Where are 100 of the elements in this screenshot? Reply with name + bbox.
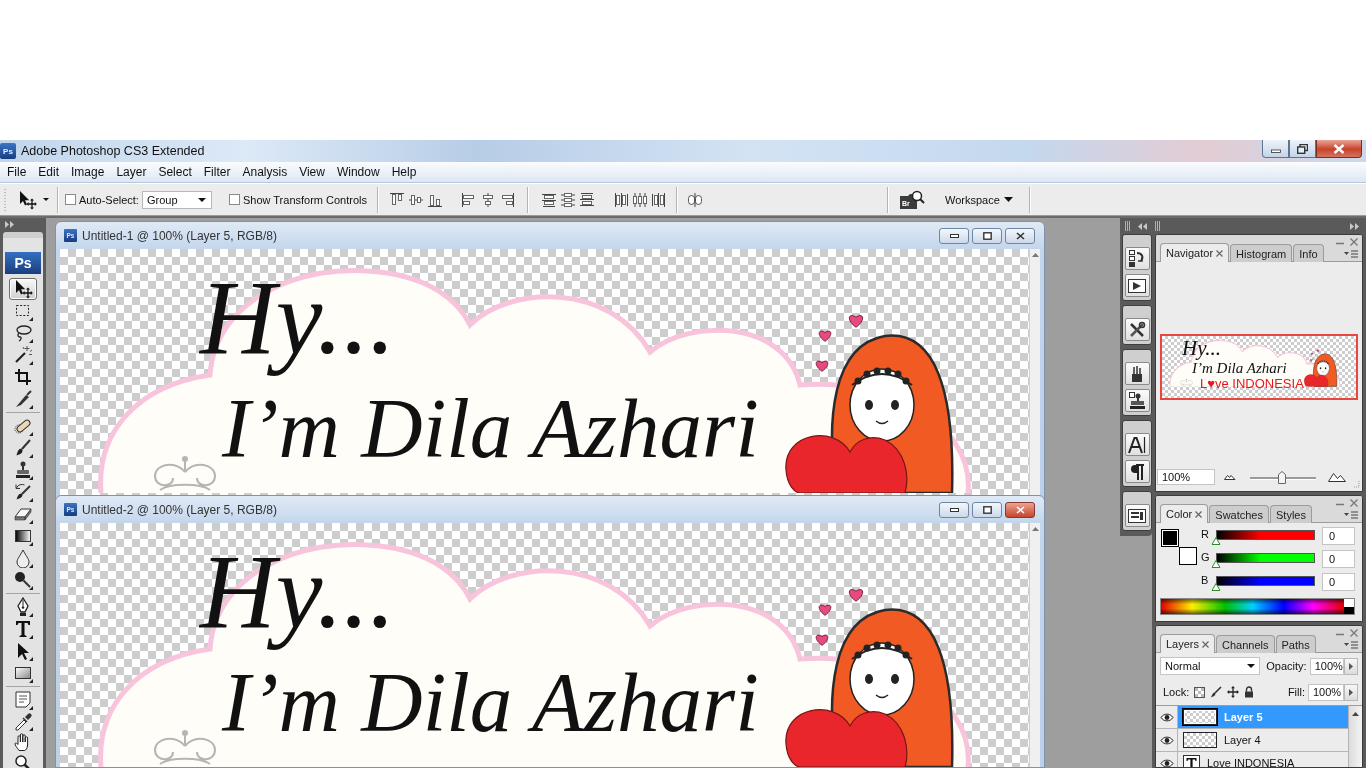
panel-tab[interactable]: Paths [1275,635,1316,653]
menu-item[interactable]: Select [152,165,198,179]
eye-icon[interactable] [1159,735,1174,745]
navigator-thumbnail[interactable]: Hy... I’m Dila Azhari L♥ve INDONESIA [1160,334,1358,400]
padlock-icon[interactable] [1244,686,1255,698]
panel-tab[interactable]: Color [1160,504,1209,523]
panel-button[interactable] [1124,460,1150,483]
close-icon[interactable] [1350,499,1358,507]
align-top-edges-icon[interactable] [389,191,406,208]
panel-tab[interactable]: Channels [1216,635,1275,653]
menu-item[interactable]: Edit [32,165,66,179]
close-button[interactable] [1005,501,1035,518]
move-icon [13,279,33,299]
panel-menu-icon[interactable] [1344,511,1358,519]
menu-item[interactable]: Image [65,165,111,179]
menu-item[interactable]: Layer [110,165,153,179]
grip-icon[interactable] [3,187,7,212]
restore-button[interactable] [1289,140,1316,158]
slider-thumb[interactable] [1278,470,1287,484]
small-mountains-icon[interactable] [1224,474,1236,480]
layer-row[interactable]: Love INDONESIA [1178,752,1348,767]
auto-select-dropdown[interactable]: Group [141,190,212,209]
menu-item[interactable]: View [293,165,331,179]
brush-icon[interactable] [1210,686,1223,698]
panel-button[interactable] [1124,389,1150,412]
panel-button[interactable] [1124,247,1150,270]
move-tool-button[interactable] [9,278,37,300]
maximize-button[interactable] [972,501,1002,518]
panel-tab[interactable]: Styles [1270,505,1312,523]
slider-arrow-button[interactable] [1344,657,1358,675]
channel-value-field[interactable]: 0 [1322,573,1355,591]
expand-arrows-icon[interactable] [1350,222,1360,230]
panel-button[interactable] [1124,433,1150,456]
distribute-horizontal-centers-icon[interactable] [632,191,649,208]
distribute-left-edges-icon[interactable] [613,191,630,208]
panel-button[interactable] [1124,362,1150,385]
close-button[interactable] [1316,140,1362,158]
resize-grip-icon[interactable] [1352,480,1360,488]
menu-item[interactable]: Help [385,165,423,179]
menu-item[interactable]: Window [330,165,386,179]
close-icon[interactable] [1350,629,1358,637]
close-icon[interactable] [1202,640,1210,648]
slider-arrow-button[interactable] [1344,683,1358,701]
large-mountains-icon[interactable] [1328,472,1346,482]
channel-value-field[interactable]: 0 [1322,527,1355,545]
move-arrows-icon[interactable] [1227,686,1240,698]
grip-icon[interactable] [1125,221,1131,231]
menu-item[interactable]: File [1,165,33,179]
panel-tab[interactable]: Navigator [1160,243,1230,262]
background-color-swatch[interactable] [1179,547,1197,565]
auto-align-layers-icon[interactable] [687,191,704,208]
show-transform-checkbox[interactable] [228,194,240,205]
color-spectrum-bar[interactable] [1160,598,1355,615]
distribute-top-edges-icon[interactable] [541,191,558,208]
panel-tab[interactable]: Layers [1160,634,1216,653]
grip-icon[interactable] [1155,221,1161,231]
panel-button[interactable] [1124,274,1150,297]
workspace-button[interactable]: Workspace [939,193,1019,206]
fill-field[interactable]: 100% [1308,683,1344,701]
distribute-right-edges-icon[interactable] [651,191,668,208]
panel-tab[interactable]: Info [1293,244,1324,262]
heart-icon [815,360,829,372]
crop-icon [13,367,33,387]
expand-arrows-icon[interactable] [5,220,15,228]
vertical-scrollbar[interactable] [1029,523,1040,767]
menu-item[interactable]: Filter [197,165,237,179]
foreground-color-swatch[interactable] [1161,529,1179,547]
minimize-button[interactable] [1262,140,1289,158]
checkerboard-icon[interactable] [1194,686,1206,698]
panel-button[interactable] [1124,504,1150,527]
close-icon[interactable] [1216,249,1224,257]
panel-menu-icon[interactable] [1344,641,1358,649]
opacity-field[interactable]: 100% [1309,657,1345,675]
collapse-arrows-icon[interactable] [1138,222,1148,230]
panel-tab[interactable]: Histogram [1230,244,1293,262]
zoom-field[interactable]: 100% [1157,469,1215,485]
slider-thumb[interactable] [1211,560,1220,568]
slider-thumb[interactable] [1211,583,1220,591]
blend-mode-dropdown[interactable]: Normal [1160,657,1261,675]
auto-select-checkbox[interactable] [65,194,76,205]
panel-tab[interactable]: Swatches [1209,505,1269,523]
close-button[interactable] [1005,227,1035,244]
eye-icon[interactable] [1159,758,1174,767]
panel-menu-icon[interactable] [1344,250,1358,258]
eye-icon[interactable] [1159,712,1174,722]
distribute-bottom-edges-icon[interactable] [579,191,596,208]
maximize-button[interactable] [972,227,1002,244]
distribute-vertical-centers-icon[interactable] [560,191,577,208]
layer-row[interactable]: Layer 4 [1178,729,1348,751]
align-right-edges-icon[interactable] [499,191,516,208]
close-icon[interactable] [1350,238,1358,246]
menu-item[interactable]: Analysis [236,165,294,179]
channel-value-field[interactable]: 0 [1322,550,1355,568]
panel-button[interactable] [1124,318,1150,341]
vertical-scrollbar[interactable] [1348,706,1362,767]
minimize-button[interactable] [939,501,969,518]
heart-icon [848,589,864,602]
minimize-button[interactable] [939,227,969,244]
slider-thumb[interactable] [1211,537,1220,545]
close-icon[interactable] [1195,510,1203,518]
